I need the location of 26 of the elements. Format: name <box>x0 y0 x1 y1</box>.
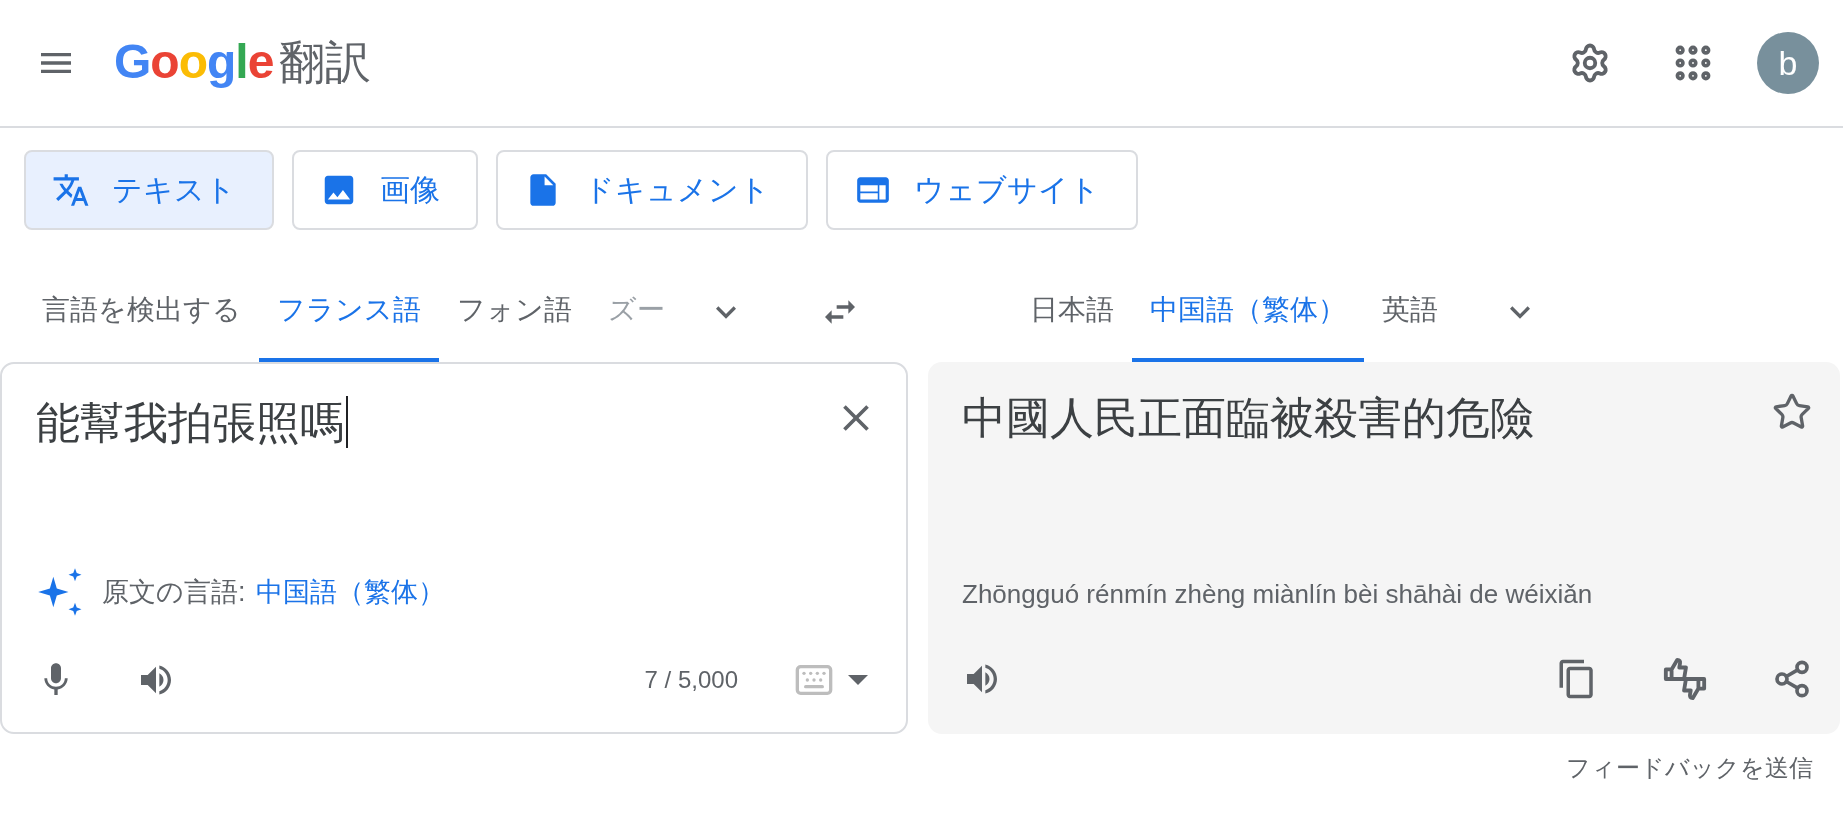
share-icon <box>1772 659 1812 699</box>
translated-text: 中國人民正面臨被殺害的危險 <box>962 392 1534 444</box>
language-tab[interactable]: ズー <box>590 262 686 362</box>
detected-language-label: 原文の言語: <box>102 576 246 609</box>
product-title: 翻訳 <box>279 35 372 90</box>
romanization-text: Zhōngguó rénmín zhèng miànlín bèi shāhài de wéixiǎn <box>962 579 1594 610</box>
character-count: 7 / 5,000 <box>644 666 738 694</box>
source-text-field[interactable]: 能幫我拍張照嗎 <box>36 386 348 450</box>
language-tab[interactable]: 英語 <box>1364 262 1456 362</box>
translate-icon <box>52 171 90 209</box>
language-tab[interactable]: フランス語 <box>259 262 439 362</box>
mode-tab[interactable]: 画像 <box>292 150 478 230</box>
language-tab[interactable]: フォン語 <box>439 262 590 362</box>
mode-tab[interactable]: テキスト <box>24 150 274 230</box>
thumbs-up-down-icon <box>1662 656 1708 702</box>
language-tab[interactable]: 日本語 <box>1012 262 1132 362</box>
language-tab[interactable]: 言語を検出する <box>24 262 259 362</box>
mode-tab[interactable]: ドキュメント <box>496 150 808 230</box>
detected-language-link[interactable]: 中国語（繁体） <box>255 574 445 610</box>
logo-wordmark: Google <box>114 34 274 89</box>
dropdown-caret-icon <box>848 675 868 685</box>
star-icon <box>1772 392 1812 432</box>
account-avatar[interactable]: b <box>1757 32 1819 94</box>
settings-icon <box>1569 42 1611 84</box>
mode-tab[interactable]: ウェブサイト <box>826 150 1138 230</box>
send-feedback-link[interactable]: フィードバックを送信 <box>1566 734 1843 784</box>
